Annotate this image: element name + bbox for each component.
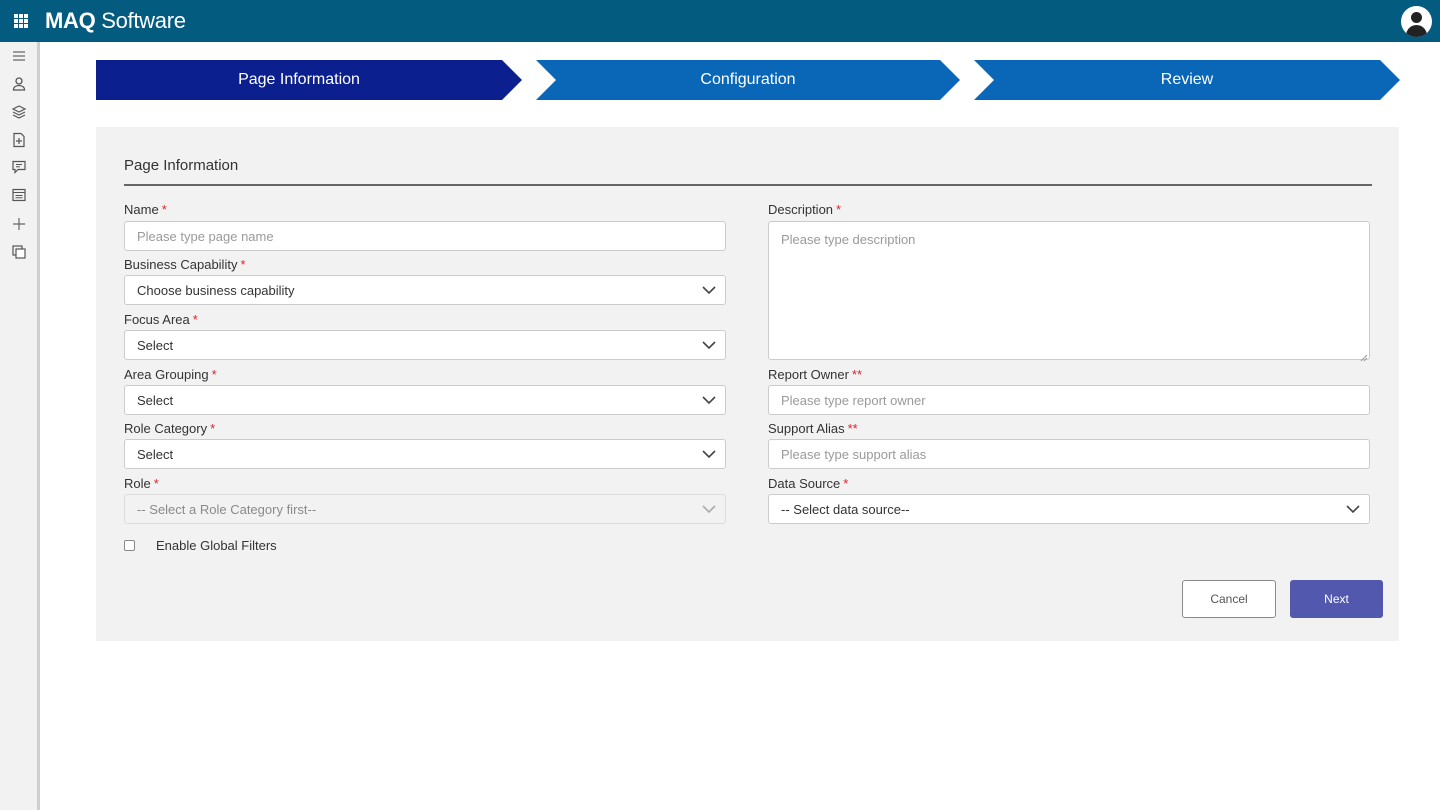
chevron-down-icon [702, 449, 716, 459]
cancel-button[interactable]: Cancel [1182, 580, 1276, 618]
comment-icon[interactable] [11, 159, 27, 175]
focus-area-label: Focus Area * [124, 312, 198, 327]
focus-area-value: Select [137, 337, 174, 353]
app-launcher-icon[interactable] [14, 14, 28, 28]
step-configuration[interactable]: Configuration [536, 60, 960, 100]
role-category-label: Role Category * [124, 421, 216, 436]
add-page-icon[interactable] [11, 132, 27, 148]
data-source-label: Data Source * [768, 476, 849, 491]
data-source-select[interactable]: -- Select data source-- [768, 494, 1370, 524]
description-placeholder: Please type description [781, 232, 916, 247]
section-divider [124, 184, 1372, 186]
wizard-steps: Page Information Configuration Review [96, 60, 1400, 100]
chevron-down-icon [702, 340, 716, 350]
user-avatar-icon[interactable] [1401, 6, 1432, 37]
focus-area-select[interactable]: Select [124, 330, 726, 360]
chevron-down-icon [702, 285, 716, 295]
enable-global-filters-label: Enable Global Filters [156, 538, 277, 553]
role-category-value: Select [137, 446, 174, 462]
role-select: -- Select a Role Category first-- [124, 494, 726, 524]
role-value: -- Select a Role Category first-- [137, 501, 317, 517]
next-button[interactable]: Next [1290, 580, 1383, 618]
step-review[interactable]: Review [974, 60, 1400, 100]
window-icon[interactable] [11, 187, 27, 203]
enable-global-filters-checkbox[interactable] [124, 540, 135, 551]
brand-logo: MAQ Software [45, 8, 186, 33]
business-capability-value: Choose business capability [137, 282, 295, 298]
chevron-down-icon [702, 395, 716, 405]
page-information-form: Page Information Name * Please type page … [96, 127, 1399, 641]
top-header: MAQ Software [0, 0, 1440, 42]
business-capability-label: Business Capability * [124, 257, 246, 272]
report-owner-input[interactable]: Please type report owner [768, 385, 1370, 415]
name-label: Name * [124, 202, 167, 217]
support-alias-input[interactable]: Please type support alias [768, 439, 1370, 469]
report-owner-label: Report Owner ** [768, 367, 863, 382]
plus-icon[interactable] [11, 216, 27, 232]
description-label: Description * [768, 202, 842, 217]
step-page-information[interactable]: Page Information [96, 60, 522, 100]
chevron-down-icon [702, 504, 716, 514]
user-icon[interactable] [11, 76, 27, 92]
section-title: Page Information [124, 157, 239, 174]
name-input[interactable]: Please type page name [124, 221, 726, 251]
resize-handle-icon[interactable] [1360, 350, 1368, 362]
area-grouping-value: Select [137, 392, 174, 408]
left-nav-rail [0, 42, 40, 810]
menu-icon[interactable] [11, 48, 27, 64]
layers-icon[interactable] [11, 104, 27, 120]
business-capability-select[interactable]: Choose business capability [124, 275, 726, 305]
support-alias-label: Support Alias ** [768, 421, 858, 436]
data-source-value: -- Select data source-- [781, 501, 910, 517]
chevron-down-icon [1346, 504, 1360, 514]
copy-icon[interactable] [11, 244, 27, 260]
role-label: Role * [124, 476, 159, 491]
area-grouping-label: Area Grouping * [124, 367, 217, 382]
area-grouping-select[interactable]: Select [124, 385, 726, 415]
description-textarea[interactable]: Please type description [768, 221, 1370, 362]
role-category-select[interactable]: Select [124, 439, 726, 469]
